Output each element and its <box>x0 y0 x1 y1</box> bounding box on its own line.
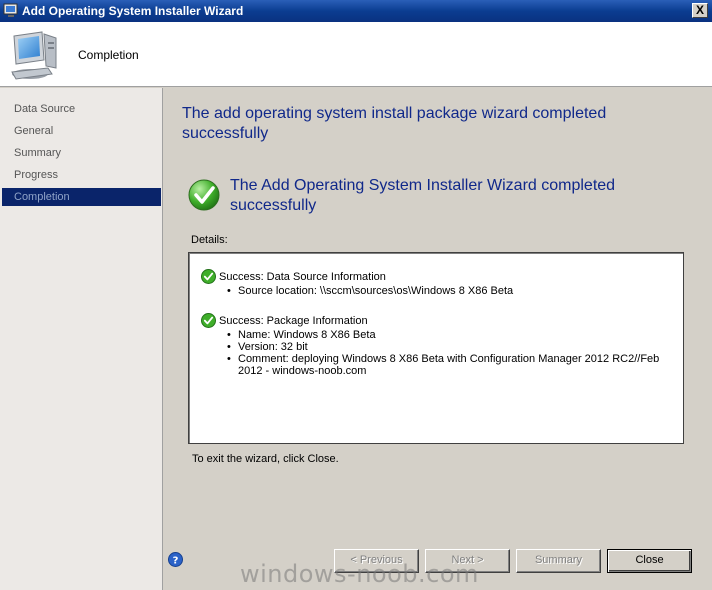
success-check-icon <box>188 179 220 211</box>
sidebar-item-progress[interactable]: Progress <box>2 166 161 184</box>
list-item: Comment: deploying Windows 8 X86 Beta wi… <box>227 353 667 377</box>
list-item: Version: 32 bit <box>227 341 667 353</box>
details-label: Details: <box>191 234 228 246</box>
details-section-data-source: Success: Data Source Information Source … <box>201 269 671 297</box>
details-panel[interactable]: Success: Data Source Information Source … <box>188 252 684 444</box>
svg-text:?: ? <box>173 556 179 567</box>
sidebar-item-general[interactable]: General <box>2 122 161 140</box>
list-item: Source location: \\sccm\sources\os\Windo… <box>227 285 671 297</box>
success-check-icon <box>201 313 216 328</box>
page-title: Completion <box>78 48 139 62</box>
details-section-package: Success: Package Information Name: Windo… <box>201 313 671 377</box>
computer-icon <box>11 31 57 80</box>
window-title: Add Operating System Installer Wizard <box>22 4 244 18</box>
app-window-icon <box>3 3 18 17</box>
summary-button[interactable]: Summary <box>516 549 601 573</box>
window-close-button[interactable]: X <box>692 3 708 18</box>
result-heading: The Add Operating System Installer Wizar… <box>230 177 616 214</box>
completion-heading: The add operating system install package… <box>182 105 607 142</box>
watermark-text: windows-noob.com <box>240 560 479 588</box>
details-section-title: Success: Package Information <box>219 314 368 327</box>
sidebar-item-summary[interactable]: Summary <box>2 144 161 162</box>
close-button[interactable]: Close <box>607 549 692 573</box>
wizard-header: Completion <box>0 22 712 87</box>
list-item: Name: Windows 8 X86 Beta <box>227 329 667 341</box>
help-icon[interactable]: ? <box>168 552 183 567</box>
window-titlebar[interactable]: Add Operating System Installer Wizard X <box>0 0 712 22</box>
exit-instructions: To exit the wizard, click Close. <box>192 453 339 465</box>
close-icon: X <box>695 3 704 17</box>
wizard-content: The add operating system install package… <box>164 88 712 590</box>
wizard-steps-sidebar: Data Source General Summary Progress Com… <box>0 88 163 590</box>
success-check-icon <box>201 269 216 284</box>
sidebar-item-data-source[interactable]: Data Source <box>2 100 161 118</box>
details-section-title: Success: Data Source Information <box>219 270 386 283</box>
sidebar-item-completion[interactable]: Completion <box>2 188 161 206</box>
